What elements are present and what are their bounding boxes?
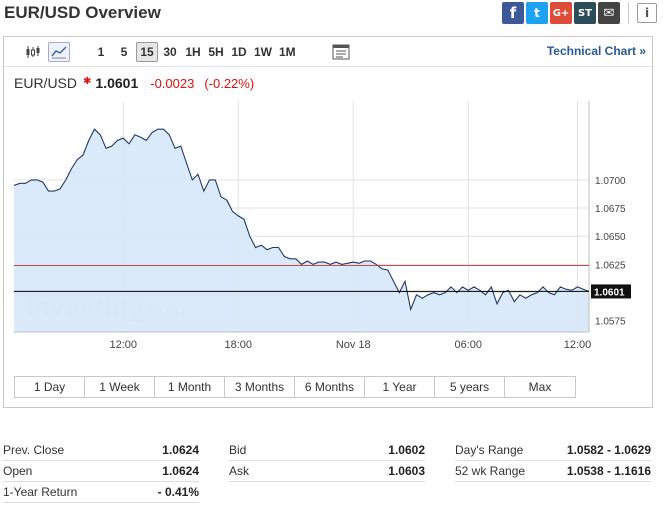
timeframe-5h[interactable]: 5H (205, 42, 227, 62)
page-title: EUR/USD Overview (4, 3, 161, 22)
price-chart[interactable]: Investing.com1.05751.06251.06501.06751.0… (14, 101, 644, 373)
email-icon[interactable]: ✉ (598, 2, 620, 24)
stat-label: Ask (229, 464, 250, 478)
stat-days-range: Day's Range 1.0582 - 1.0629 (455, 440, 651, 461)
stat-52wk-range: 52 wk Range 1.0538 - 1.1616 (455, 461, 651, 482)
stat-label: 1-Year Return (3, 485, 78, 499)
stat-value: 1.0624 (162, 464, 199, 478)
stat-value: - 0.41% (157, 485, 199, 499)
stat-ask: Ask 1.0603 (229, 461, 425, 482)
candlestick-icon[interactable] (22, 42, 44, 62)
range-selector: 1 Day 1 Week 1 Month 3 Months 6 Months 1… (14, 376, 576, 398)
y-tick-label: 1.0700 (595, 176, 626, 187)
range-6-months[interactable]: 6 Months (295, 377, 365, 397)
stocktwits-icon[interactable]: ST (574, 2, 596, 24)
range-max[interactable]: Max (505, 377, 575, 397)
info-icon[interactable]: i (637, 3, 657, 23)
quote-line: EUR/USD ✱ 1.0601 -0.0023 (-0.22%) (14, 75, 264, 91)
stat-value: 1.0582 - 1.0629 (566, 443, 651, 457)
stats-column-2: Bid 1.0602 Ask 1.0603 (229, 440, 425, 482)
y-tick-label: 1.0625 (595, 260, 626, 271)
stat-value: 1.0603 (388, 464, 425, 478)
timeframe-1[interactable]: 1 (90, 42, 112, 62)
timeframe-group: 1 5 15 30 1H 5H 1D 1W 1M (90, 42, 300, 62)
last-price-badge-label: 1.0601 (594, 287, 625, 298)
timeframe-1d[interactable]: 1D (228, 42, 250, 62)
stat-value: 1.0624 (162, 443, 199, 457)
stat-label: Prev. Close (3, 443, 65, 457)
timeframe-15[interactable]: 15 (136, 42, 158, 62)
technical-chart-link[interactable]: Technical Chart » (547, 44, 646, 58)
timeframe-1w[interactable]: 1W (251, 42, 275, 62)
stat-value: 1.0602 (388, 443, 425, 457)
area-chart-icon[interactable] (48, 42, 70, 62)
x-tick-label: Nov 18 (336, 339, 371, 351)
pair-name: EUR/USD (14, 75, 78, 91)
stat-label: Day's Range (455, 443, 524, 457)
price-change-percent: (-0.22%) (204, 76, 255, 91)
timeframe-30[interactable]: 30 (159, 42, 181, 62)
stats-column-1: Prev. Close 1.0624 Open 1.0624 1-Year Re… (3, 440, 199, 503)
x-tick-label: 12:00 (564, 339, 592, 351)
y-tick-label: 1.0675 (595, 204, 626, 215)
y-tick-label: 1.0575 (595, 317, 626, 328)
facebook-icon[interactable]: f (502, 2, 524, 24)
stat-bid: Bid 1.0602 (229, 440, 425, 461)
price-area-overlay (14, 129, 589, 332)
stat-value: 1.0538 - 1.1616 (566, 464, 651, 478)
x-tick-label: 06:00 (454, 339, 482, 351)
stat-1-year-return: 1-Year Return - 0.41% (3, 482, 199, 503)
stats-column-3: Day's Range 1.0582 - 1.0629 52 wk Range … (455, 440, 651, 482)
timeframe-1h[interactable]: 1H (182, 42, 204, 62)
stat-label: Bid (229, 443, 247, 457)
range-1-year[interactable]: 1 Year (365, 377, 435, 397)
range-1-day[interactable]: 1 Day (15, 377, 85, 397)
timeframe-5[interactable]: 5 (113, 42, 135, 62)
range-3-months[interactable]: 3 Months (225, 377, 295, 397)
x-tick-label: 12:00 (109, 339, 137, 351)
google-plus-icon[interactable]: G+ (550, 2, 572, 24)
x-tick-label: 18:00 (224, 339, 252, 351)
share-divider (628, 2, 629, 24)
price-change: -0.0023 (150, 76, 195, 91)
stat-prev-close: Prev. Close 1.0624 (3, 440, 199, 461)
settings-panel-icon[interactable] (330, 42, 352, 62)
range-1-week[interactable]: 1 Week (85, 377, 155, 397)
range-1-month[interactable]: 1 Month (155, 377, 225, 397)
stat-label: 52 wk Range (455, 464, 526, 478)
chart-toolbar: 1 5 15 30 1H 5H 1D 1W 1M Technical Chart… (4, 37, 652, 67)
stat-open: Open 1.0624 (3, 461, 199, 482)
twitter-icon[interactable]: t (526, 2, 548, 24)
stat-label: Open (3, 464, 33, 478)
timeframe-1m[interactable]: 1M (276, 42, 299, 62)
last-price: 1.0601 (95, 75, 139, 91)
alert-star-icon[interactable]: ✱ (83, 76, 91, 87)
share-bar: f t G+ ST ✉ i (502, 2, 657, 24)
range-5-years[interactable]: 5 years (435, 377, 505, 397)
y-tick-label: 1.0650 (595, 232, 626, 243)
chart-frame: 1 5 15 30 1H 5H 1D 1W 1M Technical Chart… (3, 36, 653, 408)
